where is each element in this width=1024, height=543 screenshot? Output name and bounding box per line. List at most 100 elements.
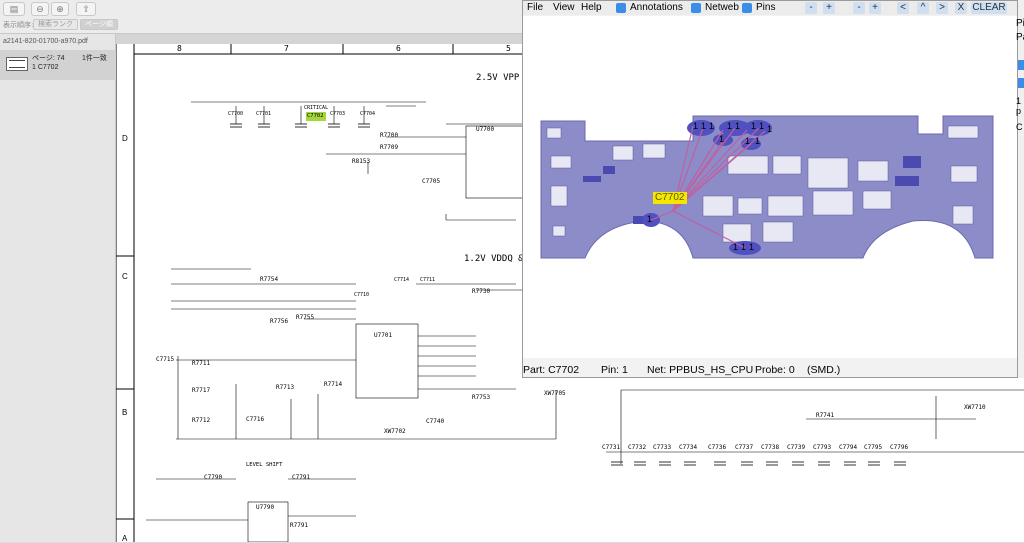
panel-label-pi: Pi [1016,18,1024,29]
ref-r7709: R7709 [380,144,399,151]
row-letter: B [122,408,128,417]
zoom-out-button[interactable]: ⊖ [31,2,49,16]
col-number: 8 [177,44,182,53]
ref-c7740: C7740 [426,418,445,425]
ref-r8153: R8153 [352,158,371,165]
row-letter: C [122,272,128,281]
ref-xw7705: XW7705 [544,390,566,397]
right-panel: Pi Pa 1 p C [1016,0,1024,378]
ref-cap: C7794 [839,444,858,451]
sidebar-toggle-button[interactable]: ▤ [3,2,25,16]
ref-c7791: C7791 [292,474,311,481]
pan-right-button[interactable]: > [936,2,948,14]
pin-label: 1 [751,121,757,131]
cap-bank: C7731 C7732 C7733 C7734 C7736 C7737 C773… [602,444,1022,454]
col-number: 5 [506,44,511,53]
ref-c7711: C7711 [420,277,436,283]
zoom-out-button[interactable]: - [805,2,817,14]
ref-c7714: C7714 [394,277,410,283]
rotate-minus-button[interactable]: - [853,2,865,14]
result-count: 1件一致 [82,55,107,62]
ref-r7791: R7791 [290,522,309,529]
pin-label: 1 [693,121,699,131]
ref-r7711: R7711 [192,360,211,367]
result-page: ページ: 74 [32,55,65,62]
status-probe: Probe: 0 [755,364,795,376]
pins-checkbox[interactable] [742,3,752,13]
ref-c7710: C7710 [354,292,370,298]
ref-r7753: R7753 [472,394,491,401]
panel-button[interactable] [1018,60,1024,70]
section-title-vpp: 2.5V VPP [476,73,520,83]
ref-cap: C7738 [761,444,780,451]
ref-r7700: R7700 [380,132,399,139]
ref-xw7710: XW7710 [964,404,986,411]
panel-label-1p: 1 p [1016,96,1022,116]
ref-r7754: R7754 [260,276,279,283]
status-net: Net: PPBUS_HS_CPU [647,364,754,376]
ref-u7701: U7701 [374,332,393,339]
pin-label: 1 [755,136,761,146]
zoom-in-button[interactable]: ⊕ [51,2,69,16]
viewer-status-bar: Part: C7702 Pin: 1 Net: PPBUS_HS_CPU Pro… [523,364,1017,378]
ref-cap: C7793 [813,444,832,451]
critical-label: CRITICAL [304,105,329,111]
pin-label: 1 [733,242,739,252]
display-order-label: 表示順序: [3,21,34,29]
netweb-checkbox[interactable] [691,3,701,13]
boardview-window: File View Help Annotations Netweb Pins -… [522,0,1018,378]
panel-button[interactable] [1018,78,1024,88]
ref-c7701: C7701 [256,111,272,117]
ref-r7714: R7714 [324,381,343,388]
ref-c7703: C7703 [330,111,346,117]
pin-label: 1 [767,124,773,134]
menu-help[interactable]: Help [581,2,602,13]
row-letter: D [122,134,128,143]
clear-button[interactable]: CLEAR [971,2,1007,14]
annotations-label[interactable]: Annotations [630,2,683,13]
close-button[interactable]: X [955,2,967,14]
ref-c7704: C7704 [360,111,376,117]
ref-c7705: C7705 [422,178,441,185]
search-result-item[interactable]: ページ: 74 1件一致 1 C7702 [0,50,116,80]
pan-up-button[interactable]: ^ [917,2,929,14]
ref-cap: C7731 [602,444,621,451]
search-sidebar: a2141-820-01700-a970.pdf ページ: 74 1件一致 1 … [0,34,116,542]
ref-r7755: R7755 [296,314,315,321]
pin-label: 1 [741,242,747,252]
ref-u7790: U7790 [256,504,275,511]
pan-left-button[interactable]: < [897,2,909,14]
zoom-in-button[interactable]: + [823,2,835,14]
netweb-label[interactable]: Netweb [705,2,739,13]
col-number: 7 [284,44,289,53]
ref-r7730: R7730 [472,288,491,295]
annotations-checkbox[interactable] [616,3,626,13]
col-number: 6 [396,44,401,53]
pin-label: 1 [749,242,755,252]
ref-cap: C7795 [864,444,883,451]
panel-label-pa: Pa [1016,32,1024,43]
menu-file[interactable]: File [527,2,543,13]
pins-label[interactable]: Pins [756,2,775,13]
share-button[interactable]: ⇧ [76,2,96,16]
ref-u7700: U7700 [476,126,495,133]
rotate-plus-button[interactable]: + [869,2,881,14]
board-canvas[interactable]: C7702 1 1 1 1 1 1 1 1 1 1 1 1 1 1 1 [523,16,1017,358]
menu-view[interactable]: View [553,2,575,13]
ref-cap: C7732 [628,444,647,451]
pin-label: 1 [735,121,741,131]
ref-c7702[interactable]: C7702 [307,113,324,119]
tab-page-order[interactable]: ページ順 [80,19,118,30]
highlight-part-label: C7702 [655,192,685,203]
status-pin: Pin: 1 [601,364,628,376]
ref-r7713: R7713 [276,384,295,391]
pin-label: 1 [727,121,733,131]
ref-c7716: C7716 [246,416,265,423]
status-part: Part: C7702 [523,364,580,376]
ref-r7712: R7712 [192,417,211,424]
pdf-filename: a2141-820-01700-a970.pdf [3,38,88,45]
ref-cap: C7796 [890,444,909,451]
ref-cap: C7736 [708,444,727,451]
result-text: 1 C7702 [32,64,59,71]
tab-search-rank[interactable]: 検索ランク [33,19,78,30]
